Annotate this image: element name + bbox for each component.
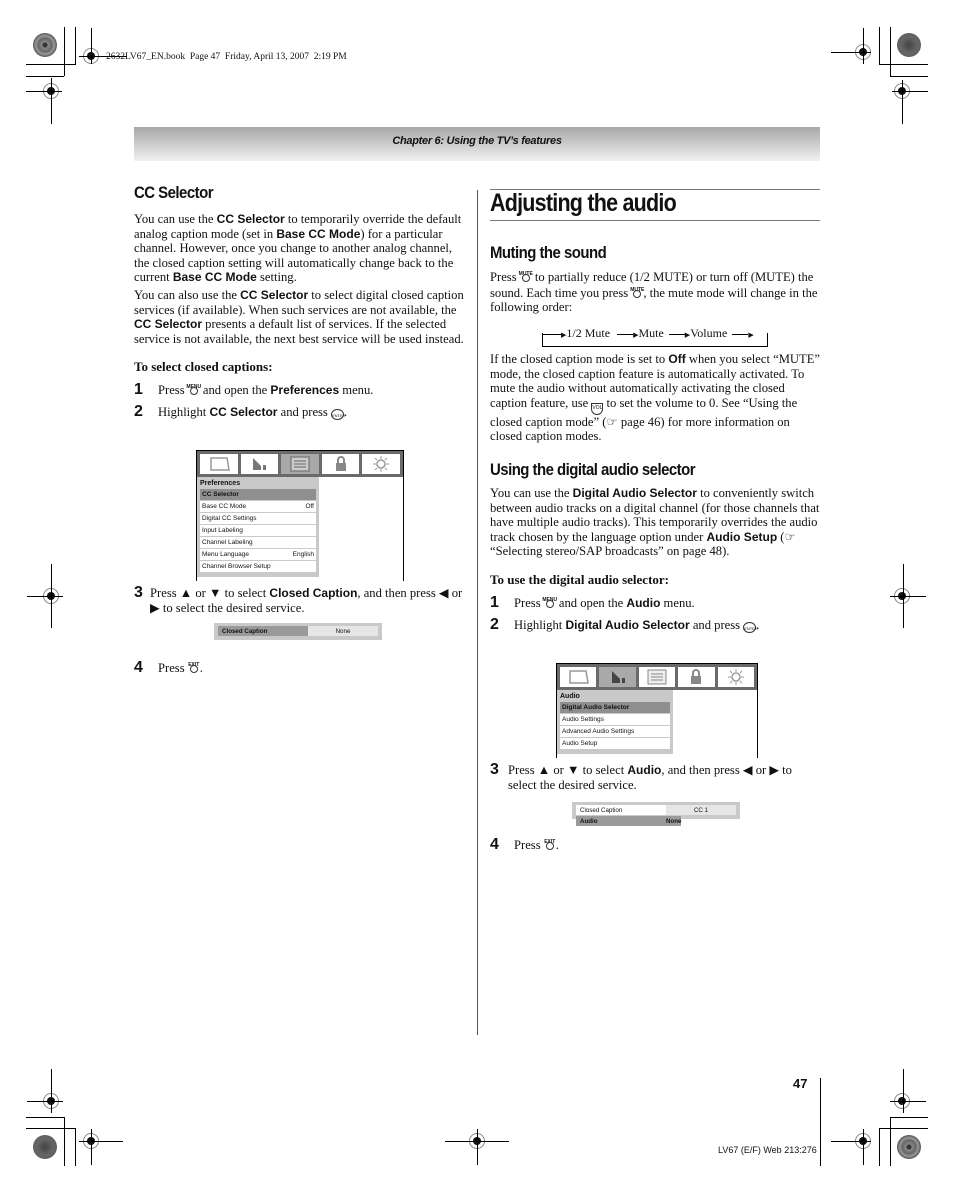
column-divider (477, 190, 478, 1035)
selector-row-closed-caption[interactable]: Closed Caption CC 1 (576, 805, 736, 815)
selector-row-closed-caption[interactable]: Closed Caption ◀CC 1▶ (218, 626, 323, 636)
menu-item-base-cc-mode[interactable]: Base CC Mode Off (200, 501, 316, 512)
menu-icon-bar (557, 664, 757, 690)
menu-item-advanced-audio-settings[interactable]: Advanced Audio Settings (560, 726, 670, 737)
muting-paragraph-2: If the closed caption mode is set to Off… (490, 352, 820, 444)
selector-row-audio[interactable]: Audio None (576, 816, 682, 826)
heading-rule-bottom (490, 220, 820, 221)
footer-code: LV67 (E/F) Web 213:276 (718, 1145, 817, 1155)
step-1: 1 Press MENU and open the Audio menu. (490, 593, 695, 611)
enter-button-icon: ENTER (743, 621, 758, 633)
left-column: CC Selector You can use the CC Selector … (134, 183, 464, 421)
right-steps-continued: 3 Press ▲ or ▼ to select Audio, and then… (490, 761, 820, 792)
menu-item-menu-language[interactable]: Menu Language English (200, 549, 316, 560)
preferences-menu-panel: Preferences CC Selector Base CC Mode Off … (197, 477, 319, 577)
menu-item-channel-labeling[interactable]: Channel Labeling (200, 537, 316, 548)
step-1: 1 Press MENU and open the Preferences me… (134, 381, 374, 399)
audio-service-selector: Closed Caption CC 1 Audio None (572, 802, 740, 826)
section-heading-digital-audio: Using the digital audio selector (490, 459, 696, 479)
menu-item-audio-setup[interactable]: Audio Setup (560, 738, 670, 749)
enter-button-icon: ENTER (330, 409, 346, 421)
step-4: 4 Press EXIT. (490, 836, 559, 853)
right-column-lower: If the closed caption mode is set to Off… (490, 352, 820, 634)
menu-icon-bar (197, 451, 403, 477)
section-heading-muting: Muting the sound (490, 243, 607, 262)
chapter-title: Chapter 6: Using the TV’s features (392, 135, 562, 147)
menu-item-audio-settings[interactable]: Audio Settings (560, 714, 670, 725)
left-steps-continued: 3 Press ▲ or ▼ to select Closed Caption,… (134, 584, 464, 615)
step-4: 4 Press EXIT. (134, 659, 203, 676)
procedure-title-digital-audio: To use the digital audio selector: (490, 571, 669, 587)
lock-icon (678, 667, 715, 687)
chapter-header: Chapter 6: Using the TV’s features (134, 127, 820, 161)
color-target-icon (33, 1135, 57, 1159)
mute-cycle-diagram: ▶1/2 Mute ▶Mute ▶Volume ▶ (542, 326, 768, 348)
cc-selector-paragraph-2: You can also use the CC Selector to sele… (134, 287, 464, 346)
section-heading-cc-selector: CC Selector (134, 183, 214, 202)
digital-audio-paragraph: You can use the Digital Audio Selector t… (490, 485, 820, 559)
menu-item-channel-browser-setup[interactable]: Channel Browser Setup (200, 561, 316, 572)
volume-button-icon: VOL (591, 402, 604, 415)
lock-icon (321, 454, 360, 474)
picture-icon (560, 667, 597, 687)
step-3: 3 Press ▲ or ▼ to select Closed Caption,… (134, 584, 463, 615)
cc-selector-paragraph-1: You can use the CC Selector to temporari… (134, 212, 462, 285)
menu-item-cc-selector[interactable]: CC Selector (200, 489, 316, 500)
preferences-menu-screen: Preferences CC Selector Base CC Mode Off … (196, 450, 404, 581)
muting-paragraph-1: Press MUTE to partially reduce (1/2 MUTE… (490, 269, 818, 315)
cycle-step-mute: Mute (638, 326, 664, 340)
step-2: 2 Highlight Digital Audio Selector and p… (490, 615, 760, 633)
setup-icon (362, 454, 400, 474)
page-title: Adjusting the audio (490, 189, 677, 217)
menu-item-input-labeling[interactable]: Input Labeling (200, 525, 316, 536)
cycle-step-half-mute: 1/2 Mute (566, 326, 611, 340)
menu-item-digital-cc-settings[interactable]: Digital CC Settings (200, 513, 316, 524)
procedure-title: To select closed captions: (134, 359, 273, 375)
left-step-4: 4 Press EXIT. (134, 659, 464, 677)
mute-button-icon: MUTE (630, 285, 644, 299)
setup-icon (717, 667, 755, 687)
color-target-icon (897, 33, 921, 57)
preferences-icon (281, 454, 319, 474)
menu-title: Audio (560, 693, 580, 700)
menu-title: Preferences (200, 480, 241, 487)
audio-icon (240, 454, 279, 474)
right-column: Adjusting the audio Muting the sound Pre… (490, 188, 820, 315)
exit-button-icon: EXIT (544, 837, 556, 851)
step-3: 3 Press ▲ or ▼ to select Audio, and then… (490, 761, 792, 792)
mute-button-icon: MUTE (519, 269, 533, 283)
preferences-icon (638, 667, 676, 687)
menu-item-digital-audio-selector[interactable]: Digital Audio Selector (560, 702, 670, 713)
cc-service-selector: Closed Caption ◀CC 1▶ Audio None (214, 623, 382, 640)
menu-button-icon: MENU (186, 382, 201, 396)
right-step-4: 4 Press EXIT. (490, 836, 820, 854)
audio-menu-screen: Audio Digital Audio Selector Audio Setti… (556, 663, 758, 758)
audio-icon (599, 667, 636, 687)
print-slug: 2632LV67_EN.book Page 47 Friday, April 1… (106, 52, 347, 62)
color-target-icon (33, 33, 57, 57)
page-number: 47 (793, 1076, 808, 1091)
audio-menu-panel: Audio Digital Audio Selector Audio Setti… (557, 690, 673, 754)
picture-icon (200, 454, 238, 474)
menu-button-icon: MENU (542, 595, 557, 609)
color-target-icon (897, 1135, 921, 1159)
exit-button-icon: EXIT (188, 660, 200, 674)
step-2: 2 Highlight CC Selector and press ENTER. (134, 403, 348, 421)
cycle-step-volume: Volume (690, 326, 728, 340)
